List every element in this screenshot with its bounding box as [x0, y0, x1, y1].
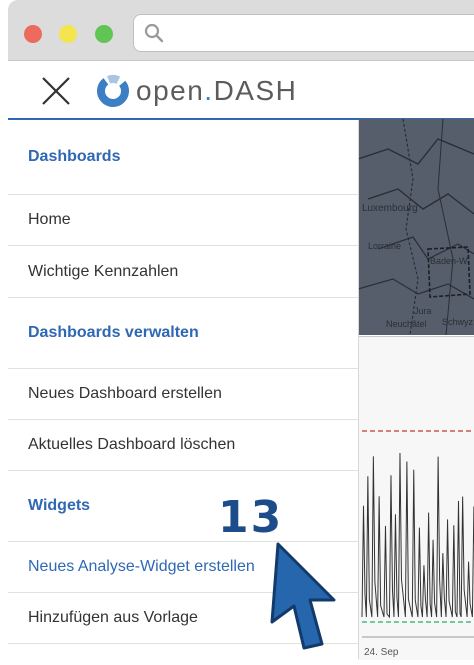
sidebar-item-label: Aktuelles Dashboard löschen — [28, 436, 236, 453]
series-line — [361, 452, 474, 619]
section-header-dashboards: Dashboards — [8, 120, 358, 194]
pointer-arrow-icon — [270, 542, 336, 650]
logo-ring-icon — [97, 75, 129, 107]
address-bar[interactable] — [133, 14, 474, 52]
sidebar-item-label: Neues Dashboard erstellen — [28, 385, 222, 402]
minimize-window-button[interactable] — [59, 25, 77, 43]
map-canvas: Luxembourg Lorraine Baden-W Jura Neuchât… — [358, 119, 474, 335]
close-window-button[interactable] — [24, 25, 42, 43]
map-label: Neuchâtel — [386, 319, 427, 329]
sidebar-item-label: Dashboards — [28, 148, 121, 165]
sidebar-item-label: Hinzufügen aus Vorlage — [28, 609, 198, 626]
search-icon — [144, 23, 164, 43]
app-header: open.DASH — [8, 61, 474, 120]
section-header-dashboards-verwalten: Dashboards verwalten — [8, 297, 358, 368]
map-label: Baden-W — [430, 256, 468, 266]
sidebar-item-dashboard-loeschen[interactable]: Aktuelles Dashboard löschen — [8, 419, 358, 470]
sidebar-item-label: Wichtige Kennzahlen — [28, 262, 179, 280]
x-tick-label: 24. Sep — [364, 647, 399, 658]
map-widget: Luxembourg Lorraine Baden-W Jura Neuchât… — [358, 119, 474, 335]
url-input[interactable] — [172, 21, 466, 47]
app-logo: open.DASH — [96, 74, 297, 108]
step-number-badge: 13 — [218, 492, 284, 543]
sidebar-item-neues-dashboard[interactable]: Neues Dashboard erstellen — [8, 368, 358, 419]
sidebar-item-home[interactable]: Home — [8, 194, 358, 245]
close-icon[interactable] — [40, 75, 72, 107]
map-label: Luxembourg — [362, 203, 418, 214]
logo-wordmark: open.DASH — [136, 75, 298, 106]
browser-chrome — [8, 0, 474, 61]
sidebar-item-wichtige-kennzahlen[interactable]: Wichtige Kennzahlen — [8, 245, 358, 297]
chart-canvas: 24. Sep — [361, 430, 474, 658]
map-label: Lorraine — [368, 241, 401, 251]
map-label: Jura — [414, 306, 432, 316]
map-label: Schwyz — [442, 317, 474, 327]
sidebar-item-label: Home — [28, 211, 71, 228]
section-header-widgets: Widgets — [8, 470, 358, 541]
chart-widget: 24. Sep — [358, 336, 474, 660]
sidebar-item-label: Dashboards verwalten — [28, 324, 199, 341]
sidebar-item-label: Widgets — [28, 497, 91, 514]
sidebar-item-label: Neues Analyse-Widget erstellen — [28, 558, 255, 575]
maximize-window-button[interactable] — [95, 25, 113, 43]
